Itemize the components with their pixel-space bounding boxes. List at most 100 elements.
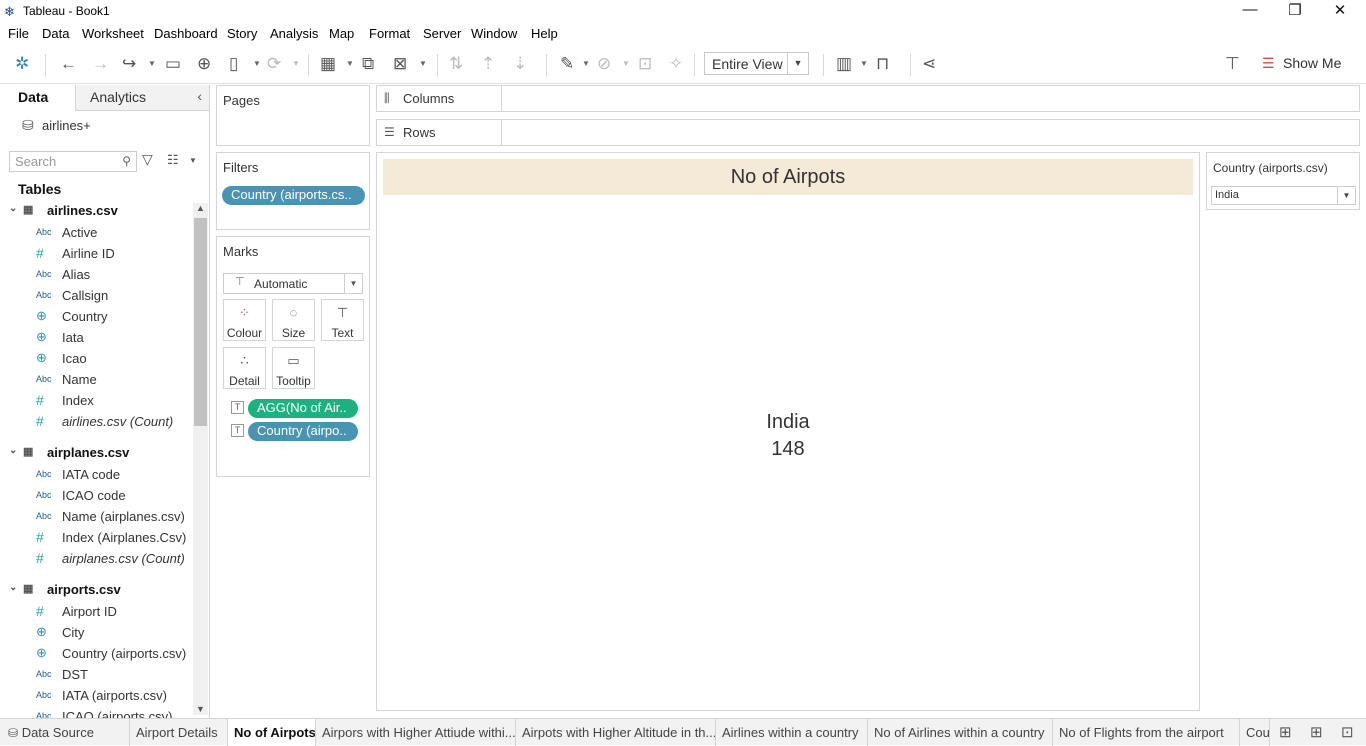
tab-analytics[interactable]: Analytics ‹: [76, 85, 209, 111]
search-input[interactable]: Search ⚲: [9, 151, 137, 172]
menu-window[interactable]: Window: [471, 26, 517, 41]
undo-icon[interactable]: ←: [60, 54, 77, 74]
datasource-tab[interactable]: ⛁ Data Source: [0, 719, 130, 746]
pages-card[interactable]: Pages: [216, 85, 370, 146]
viz-area[interactable]: No of Airpots India 148: [376, 152, 1200, 711]
field-item[interactable]: # Index: [36, 392, 186, 412]
minimize-icon[interactable]: —: [1230, 1, 1270, 21]
sheet-tab[interactable]: No of Flights from the airport: [1053, 719, 1240, 746]
new-worksheet-icon[interactable]: ⊞: [1279, 723, 1292, 741]
sort-descending-icon[interactable]: ⇣: [513, 54, 527, 74]
detail-button[interactable]: ∴ Detail: [223, 347, 266, 389]
size-button[interactable]: ◌ Size: [272, 299, 315, 341]
rows-shelf[interactable]: ☰ Rows: [376, 119, 1360, 146]
marks-pill-agg[interactable]: AGG(No of Air..: [248, 399, 358, 418]
sheet-tab[interactable]: No of Airlines within a country: [868, 719, 1053, 746]
group-icon[interactable]: ⊘: [597, 54, 611, 74]
sheet-tab[interactable]: Airlines within a country: [716, 719, 868, 746]
field-item[interactable]: Abc IATA code: [36, 466, 186, 486]
field-item[interactable]: # airplanes.csv (Count): [36, 550, 186, 570]
menu-server[interactable]: Server: [423, 26, 461, 41]
menu-dashboard[interactable]: Dashboard: [154, 26, 218, 41]
labels-icon[interactable]: ⊡: [638, 54, 652, 74]
sheet-tab[interactable]: Cou: [1240, 719, 1270, 746]
text-button[interactable]: ⊤ Text: [321, 299, 364, 341]
field-item[interactable]: ⊕ Country: [36, 308, 186, 328]
menu-map[interactable]: Map: [329, 26, 354, 41]
collapse-icon[interactable]: ‹: [197, 88, 202, 104]
field-item[interactable]: # Index (Airplanes.Csv): [36, 529, 186, 549]
tab-data[interactable]: Data: [0, 85, 76, 111]
chevron-down-icon[interactable]: ▼: [253, 59, 261, 68]
sheet-tab[interactable]: Airport Details: [130, 719, 228, 746]
restore-icon[interactable]: ❐: [1275, 1, 1315, 21]
chevron-down-icon[interactable]: ▼: [622, 59, 630, 68]
field-item[interactable]: ⊕ Icao: [36, 350, 186, 370]
menu-analysis[interactable]: Analysis: [270, 26, 318, 41]
menu-file[interactable]: File: [8, 26, 29, 41]
text-encoding-icon[interactable]: T: [231, 401, 244, 414]
redo-icon[interactable]: →: [92, 54, 109, 74]
table-header[interactable]: ⌄ ▦ airlines.csv: [9, 203, 118, 218]
quick-filter-select[interactable]: India ▼: [1211, 186, 1356, 205]
chevron-down-icon[interactable]: ▼: [189, 156, 197, 165]
viz-text-mark[interactable]: India 148: [677, 409, 899, 463]
filter-pill-country[interactable]: Country (airports.cs..: [222, 186, 365, 205]
chevron-down-icon[interactable]: ▼: [582, 59, 590, 68]
colour-button[interactable]: ⁘ Colour: [223, 299, 266, 341]
field-item[interactable]: Abc Active: [36, 224, 186, 244]
sheet-tab[interactable]: Airpots with Higher Altitude in th...: [516, 719, 716, 746]
show-me-button[interactable]: Show Me: [1283, 55, 1341, 71]
columns-shelf[interactable]: ⫼ Columns: [376, 85, 1360, 112]
sort-ascending-icon[interactable]: ⇡: [481, 54, 495, 74]
clear-sheet-icon[interactable]: ⊠: [393, 54, 407, 74]
sheet-tab[interactable]: Airpors with Higher Attiude withi...: [316, 719, 516, 746]
field-item[interactable]: Abc Name: [36, 371, 186, 391]
chevron-down-icon[interactable]: ▼: [346, 59, 354, 68]
field-item[interactable]: Abc ICAO code: [36, 487, 186, 507]
pause-updates-icon[interactable]: ▯: [229, 54, 238, 74]
presentation-mode-icon[interactable]: ⊓: [876, 54, 889, 74]
text-encoding-icon[interactable]: T: [231, 424, 244, 437]
field-item[interactable]: Abc Name (airplanes.csv): [36, 508, 186, 528]
chevron-down-icon[interactable]: ⌄: [9, 445, 17, 456]
chevron-down-icon[interactable]: ▼: [292, 59, 300, 68]
field-item[interactable]: # airlines.csv (Count): [36, 413, 186, 433]
field-item[interactable]: Abc IATA (airports.csv): [36, 687, 186, 707]
menu-story[interactable]: Story: [227, 26, 257, 41]
tableau-home-icon[interactable]: ✲: [15, 54, 29, 74]
format-painter-icon[interactable]: ⊤: [1225, 54, 1240, 74]
swap-icon[interactable]: ⇅: [449, 54, 463, 74]
field-item[interactable]: ⊕ Country (airports.csv): [36, 645, 186, 665]
marks-pill-country[interactable]: Country (airpo..: [248, 422, 358, 441]
field-item[interactable]: # Airport ID: [36, 603, 186, 623]
close-icon[interactable]: ✕: [1320, 1, 1360, 21]
table-header[interactable]: ⌄ ▦ airplanes.csv: [9, 445, 129, 460]
menu-worksheet[interactable]: Worksheet: [82, 26, 144, 41]
duplicate-sheet-icon[interactable]: ⧉: [362, 54, 374, 74]
menu-help[interactable]: Help: [531, 26, 558, 41]
view-list-icon[interactable]: ☷: [167, 152, 179, 168]
chevron-down-icon[interactable]: ▼: [148, 59, 156, 68]
chevron-down-icon[interactable]: ⌄: [9, 203, 17, 214]
replay-icon[interactable]: ↪: [122, 54, 136, 74]
new-story-icon[interactable]: ⊡: [1341, 723, 1354, 741]
chevron-down-icon[interactable]: ⌄: [9, 582, 17, 593]
tooltip-button[interactable]: ▭ Tooltip: [272, 347, 315, 389]
scrollbar-thumb[interactable]: [194, 218, 207, 426]
share-icon[interactable]: ⋖: [922, 54, 936, 74]
menu-data[interactable]: Data: [42, 26, 69, 41]
scroll-down-icon[interactable]: ▼: [196, 704, 205, 714]
refresh-icon[interactable]: ⟳: [267, 54, 281, 74]
field-item[interactable]: ⊕ Iata: [36, 329, 186, 349]
field-item[interactable]: # Airline ID: [36, 245, 186, 265]
chevron-down-icon[interactable]: ▼: [419, 59, 427, 68]
field-list-scrollbar[interactable]: ▲ ▼: [193, 203, 208, 715]
mark-type-select[interactable]: ⊤ Automatic ▼: [223, 273, 363, 294]
pin-icon[interactable]: ✧: [669, 54, 683, 74]
field-item[interactable]: Abc Alias: [36, 266, 186, 286]
save-icon[interactable]: ▭: [165, 54, 181, 74]
table-header[interactable]: ⌄ ▦ airports.csv: [9, 582, 121, 597]
scroll-up-icon[interactable]: ▲: [196, 203, 205, 213]
menu-format[interactable]: Format: [369, 26, 410, 41]
